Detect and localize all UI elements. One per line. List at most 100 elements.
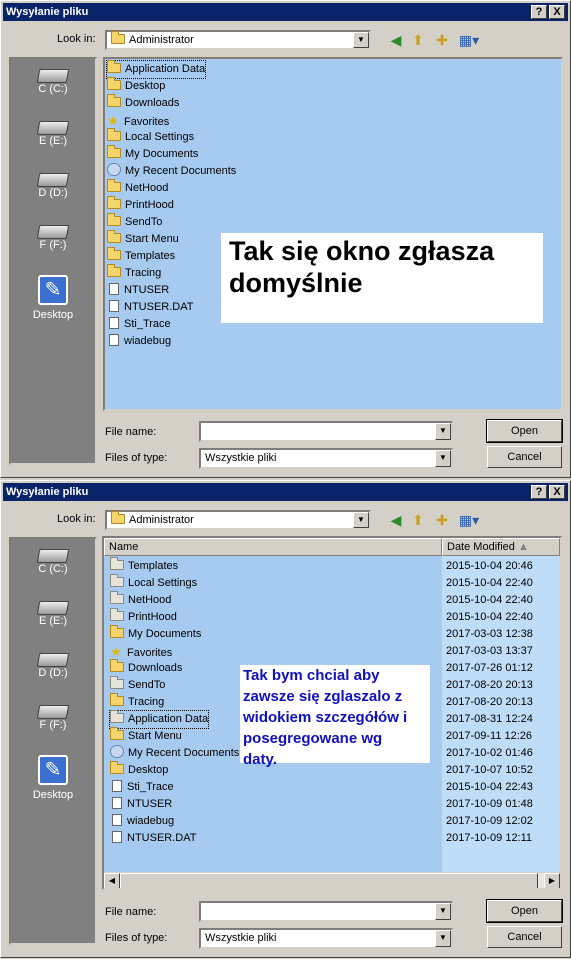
filename-label: File name: — [105, 906, 157, 918]
cancel-button[interactable]: Cancel — [487, 446, 562, 468]
table-row[interactable]: Sti_Trace 2015-10-04 22:43 — [106, 779, 560, 796]
place-drive-f[interactable]: F (F:) — [11, 225, 95, 251]
close-button[interactable]: X — [549, 485, 565, 499]
close-button[interactable]: X — [549, 5, 565, 19]
chevron-down-icon[interactable]: ▼ — [435, 903, 451, 920]
views-menu-icon[interactable]: ▦▾ — [457, 31, 481, 49]
drive-icon — [36, 121, 70, 135]
table-row[interactable]: Desktop 2017-10-07 10:52 — [106, 761, 560, 779]
desktop-icon: ✎ — [38, 275, 68, 305]
list-item[interactable]: PrintHood — [107, 196, 174, 214]
list-item[interactable]: Start Menu — [107, 230, 179, 248]
list-item[interactable]: ★ Favorites — [107, 112, 169, 129]
list-item[interactable]: Tracing — [107, 264, 161, 282]
table-row[interactable]: NetHood 2015-10-04 22:40 — [106, 591, 560, 609]
folder-icon — [107, 128, 121, 141]
horizontal-scrollbar[interactable]: ◀ ▶ — [104, 872, 560, 888]
window-title: Wysyłanie pliku — [6, 6, 89, 18]
document-icon — [109, 283, 119, 295]
place-drive-d[interactable]: D (D:) — [11, 173, 95, 199]
list-item[interactable]: wiadebug — [107, 333, 171, 350]
table-row[interactable]: ★ Favorites 2017-03-03 13:37 — [106, 643, 560, 660]
table-row[interactable]: PrintHood 2015-10-04 22:40 — [106, 608, 560, 626]
star-icon: ★ — [107, 113, 119, 128]
up-folder-icon[interactable]: ⬆ — [409, 31, 427, 49]
filetype-dropdown[interactable]: Wszystkie pliki ▼ — [199, 928, 453, 949]
chevron-down-icon[interactable]: ▼ — [353, 512, 369, 528]
drive-icon — [36, 225, 70, 239]
column-header-date-modified[interactable]: Date Modified ▲ — [442, 538, 560, 556]
column-header-name[interactable]: Name — [104, 538, 442, 556]
place-label: F (F:) — [39, 239, 67, 251]
views-menu-icon[interactable]: ▦▾ — [457, 511, 481, 529]
table-row[interactable]: My Documents 2017-03-03 12:38 — [106, 625, 560, 643]
list-item[interactable]: NTUSER — [107, 282, 169, 299]
drive-icon — [36, 705, 70, 719]
places-bar: C (C:) E (E:) D (D:) F (F:) ✎ Desktop — [9, 57, 97, 465]
scrollbar-thumb[interactable] — [120, 873, 538, 888]
table-row[interactable]: NTUSER 2017-10-09 01:48 — [106, 796, 560, 813]
chevron-down-icon[interactable]: ▼ — [435, 423, 451, 440]
list-item[interactable]: Desktop — [107, 77, 165, 95]
cancel-button[interactable]: Cancel — [487, 926, 562, 948]
scroll-right-icon[interactable]: ▶ — [544, 873, 560, 888]
list-item[interactable]: Sti_Trace — [107, 316, 171, 333]
list-item[interactable]: NetHood — [107, 179, 168, 197]
open-button[interactable]: Open — [486, 419, 563, 443]
back-icon[interactable]: ◀ — [387, 511, 405, 529]
place-drive-d[interactable]: D (D:) — [11, 653, 95, 679]
list-item[interactable]: Templates — [107, 247, 175, 265]
folder-icon — [107, 213, 121, 226]
place-label: C (C:) — [38, 83, 68, 95]
folder-icon — [110, 761, 124, 774]
place-drive-f[interactable]: F (F:) — [11, 705, 95, 731]
place-desktop[interactable]: ✎ Desktop — [11, 755, 95, 801]
back-icon[interactable]: ◀ — [387, 31, 405, 49]
table-row[interactable]: Templates 2015-10-04 20:46 — [106, 557, 560, 575]
look-in-dropdown[interactable]: Administrator ▼ — [105, 30, 371, 50]
up-folder-icon[interactable]: ⬆ — [409, 511, 427, 529]
list-item[interactable]: My Recent Documents — [107, 163, 236, 180]
folder-icon — [110, 625, 124, 638]
annotation-wish: Tak bym chcial aby zawsze się zglaszalo … — [240, 665, 430, 768]
place-drive-e[interactable]: E (E:) — [11, 121, 95, 147]
help-button[interactable]: ? — [531, 5, 547, 19]
filename-field[interactable]: ▼ — [199, 421, 453, 442]
chevron-down-icon[interactable]: ▼ — [435, 930, 451, 947]
new-folder-icon[interactable]: ✚ — [433, 511, 451, 529]
place-drive-e[interactable]: E (E:) — [11, 601, 95, 627]
place-drive-c[interactable]: C (C:) — [11, 69, 95, 95]
folder-icon — [110, 557, 124, 570]
folder-icon — [107, 247, 121, 260]
list-item[interactable]: Local Settings — [107, 128, 194, 146]
folder-icon — [110, 727, 124, 740]
look-in-dropdown[interactable]: Administrator ▼ — [105, 510, 371, 530]
title-bar: Wysyłanie pliku ? X — [3, 3, 568, 21]
list-item[interactable]: My Documents — [107, 145, 198, 163]
table-row[interactable]: wiadebug 2017-10-09 12:02 — [106, 813, 560, 830]
list-item[interactable]: Application Data — [105, 60, 207, 79]
folder-icon — [107, 145, 121, 158]
folder-icon — [111, 31, 125, 44]
scroll-left-icon[interactable]: ◀ — [104, 873, 120, 888]
place-desktop[interactable]: ✎ Desktop — [11, 275, 95, 321]
drive-icon — [36, 173, 70, 187]
filetype-dropdown[interactable]: Wszystkie pliki ▼ — [199, 448, 453, 469]
place-drive-c[interactable]: C (C:) — [11, 549, 95, 575]
recent-icon — [107, 163, 121, 176]
list-item[interactable]: Downloads — [107, 94, 179, 112]
recent-icon — [110, 745, 124, 758]
chevron-down-icon[interactable]: ▼ — [353, 32, 369, 48]
list-item[interactable]: SendTo — [107, 213, 162, 231]
filetype-label: Files of type: — [105, 452, 168, 464]
table-row[interactable]: Local Settings 2015-10-04 22:40 — [106, 574, 560, 592]
table-row[interactable]: NTUSER.DAT 2017-10-09 12:11 — [106, 830, 560, 847]
document-icon — [112, 780, 122, 792]
open-button[interactable]: Open — [486, 899, 563, 923]
list-item[interactable]: NTUSER.DAT — [107, 299, 193, 316]
new-folder-icon[interactable]: ✚ — [433, 31, 451, 49]
folder-icon — [107, 60, 121, 73]
filename-field[interactable]: ▼ — [199, 901, 453, 922]
help-button[interactable]: ? — [531, 485, 547, 499]
chevron-down-icon[interactable]: ▼ — [435, 450, 451, 467]
